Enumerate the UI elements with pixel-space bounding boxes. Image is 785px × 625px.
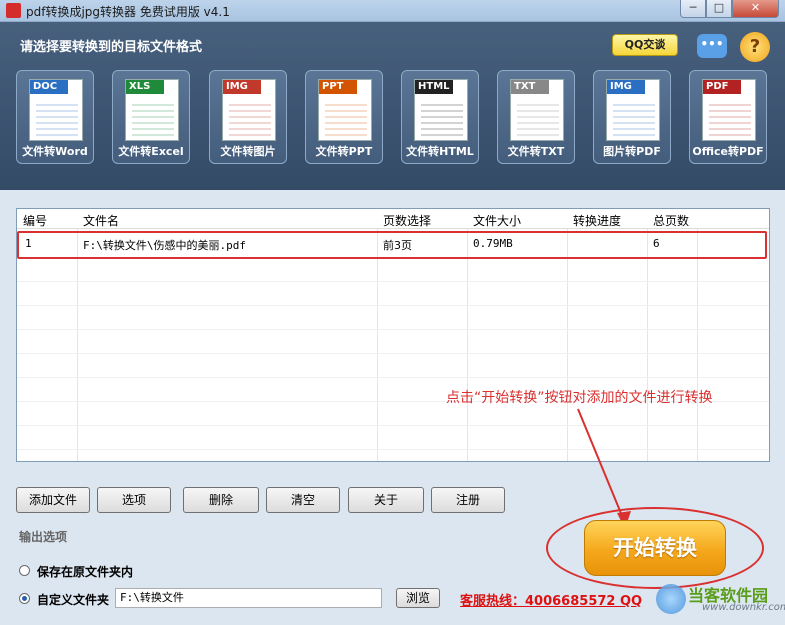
document-icon: IMG	[222, 79, 276, 141]
column-header-pages[interactable]: 页数选择	[383, 212, 431, 229]
output-path-field[interactable]: F:\转换文件	[115, 588, 382, 608]
format-tile-label: 文件转图片	[220, 145, 276, 158]
grid-line	[17, 281, 769, 282]
document-lines-icon	[325, 100, 367, 136]
browse-button[interactable]: 浏览	[396, 588, 440, 608]
format-tile-label: 文件转Word	[22, 145, 88, 158]
radio-save-original-label[interactable]: 保存在原文件夹内	[37, 563, 133, 580]
format-tag: XLS	[126, 80, 164, 94]
document-icon: TXT	[510, 79, 564, 141]
grid-line	[17, 425, 769, 426]
format-tile-label: 图片转PDF	[603, 145, 661, 158]
window-title: pdf转换成jpg转换器 免费试用版 v4.1	[26, 5, 230, 19]
grid-line	[17, 353, 769, 354]
document-icon: XLS	[125, 79, 179, 141]
column-header-total[interactable]: 总页数	[653, 212, 689, 229]
column-header-progress[interactable]: 转换进度	[573, 212, 621, 229]
watermark: 当客软件园 www.downkr.com	[650, 580, 785, 620]
column-header-filename[interactable]: 文件名	[83, 212, 119, 229]
format-tag: IMG	[223, 80, 261, 94]
document-icon: HTML	[414, 79, 468, 141]
grid-line	[17, 449, 769, 450]
grid-line	[17, 329, 769, 330]
document-lines-icon	[229, 100, 271, 136]
grid-line	[17, 305, 769, 306]
add-file-button[interactable]: 添加文件	[16, 487, 90, 513]
format-tile-0[interactable]: DOC 文件转Word	[16, 70, 94, 164]
delete-button[interactable]: 删除	[183, 487, 259, 513]
options-button[interactable]: 选项	[97, 487, 171, 513]
list-header: 编号 文件名 页数选择 文件大小 转换进度 总页数	[17, 209, 769, 229]
document-lines-icon	[613, 100, 655, 136]
watermark-url: www.downkr.com	[702, 602, 785, 613]
app-icon	[6, 3, 21, 18]
format-tile-label: 文件转HTML	[406, 145, 474, 158]
column-header-size[interactable]: 文件大小	[473, 212, 521, 229]
radio-save-original[interactable]	[19, 565, 30, 576]
document-icon: PPT	[318, 79, 372, 141]
file-list[interactable]: 编号 文件名 页数选择 文件大小 转换进度 总页数 1 F:\转换文件\伤感中的…	[16, 208, 770, 462]
format-tile-6[interactable]: IMG 图片转PDF	[593, 70, 671, 164]
chat-bubble-icon[interactable]: •••	[697, 34, 727, 58]
format-tag: DOC	[30, 80, 68, 94]
format-tag: TXT	[511, 80, 549, 94]
format-tile-label: 文件转PPT	[315, 145, 373, 158]
format-tile-label: 文件转Excel	[118, 145, 184, 158]
format-tile-7[interactable]: PDF Office转PDF	[689, 70, 767, 164]
watermark-logo-icon	[656, 584, 686, 614]
minimize-button[interactable]: ─	[680, 0, 706, 18]
document-lines-icon	[132, 100, 174, 136]
header-title: 请选择要转换到的目标文件格式	[20, 40, 203, 55]
row-highlight-annotation	[17, 231, 767, 259]
column-header-id[interactable]: 编号	[23, 212, 47, 229]
format-tile-3[interactable]: PPT 文件转PPT	[305, 70, 383, 164]
format-tag: HTML	[415, 80, 453, 94]
document-icon: IMG	[606, 79, 660, 141]
format-tile-1[interactable]: XLS 文件转Excel	[112, 70, 190, 164]
document-lines-icon	[517, 100, 559, 136]
close-button[interactable]: ✕	[732, 0, 779, 18]
qq-chat-button[interactable]: QQ交谈	[612, 34, 678, 56]
format-header: 请选择要转换到的目标文件格式 QQ交谈 ••• ? DOC 文件转Word XLS 文…	[0, 22, 785, 190]
register-button[interactable]: 注册	[431, 487, 505, 513]
maximize-button[interactable]: □	[706, 0, 732, 18]
grid-line	[17, 377, 769, 378]
document-lines-icon	[421, 100, 463, 136]
about-button[interactable]: 关于	[348, 487, 424, 513]
start-convert-button[interactable]: 开始转换	[584, 520, 726, 576]
format-tile-2[interactable]: IMG 文件转图片	[209, 70, 287, 164]
format-tag: PDF	[703, 80, 741, 94]
help-icon[interactable]: ?	[740, 32, 770, 62]
document-lines-icon	[709, 100, 751, 136]
format-tag: PPT	[319, 80, 357, 94]
annotation-text: 点击“开始转换”按钮对添加的文件进行转换	[446, 390, 713, 406]
document-icon: DOC	[29, 79, 83, 141]
format-tag: IMG	[607, 80, 645, 94]
document-icon: PDF	[702, 79, 756, 141]
format-tile-label: 文件转TXT	[507, 145, 565, 158]
format-tile-label: Office转PDF	[692, 145, 764, 158]
format-tile-4[interactable]: HTML 文件转HTML	[401, 70, 479, 164]
format-tile-5[interactable]: TXT 文件转TXT	[497, 70, 575, 164]
output-options-label: 输出选项	[19, 530, 68, 544]
radio-custom-folder-label[interactable]: 自定义文件夹	[37, 591, 109, 608]
hotline-link[interactable]: 客服热线：4006685572 QQ	[460, 590, 642, 609]
clear-button[interactable]: 清空	[266, 487, 340, 513]
radio-custom-folder[interactable]	[19, 593, 30, 604]
title-bar: pdf转换成jpg转换器 免费试用版 v4.1 ─ □ ✕	[0, 0, 785, 22]
document-lines-icon	[36, 100, 78, 136]
